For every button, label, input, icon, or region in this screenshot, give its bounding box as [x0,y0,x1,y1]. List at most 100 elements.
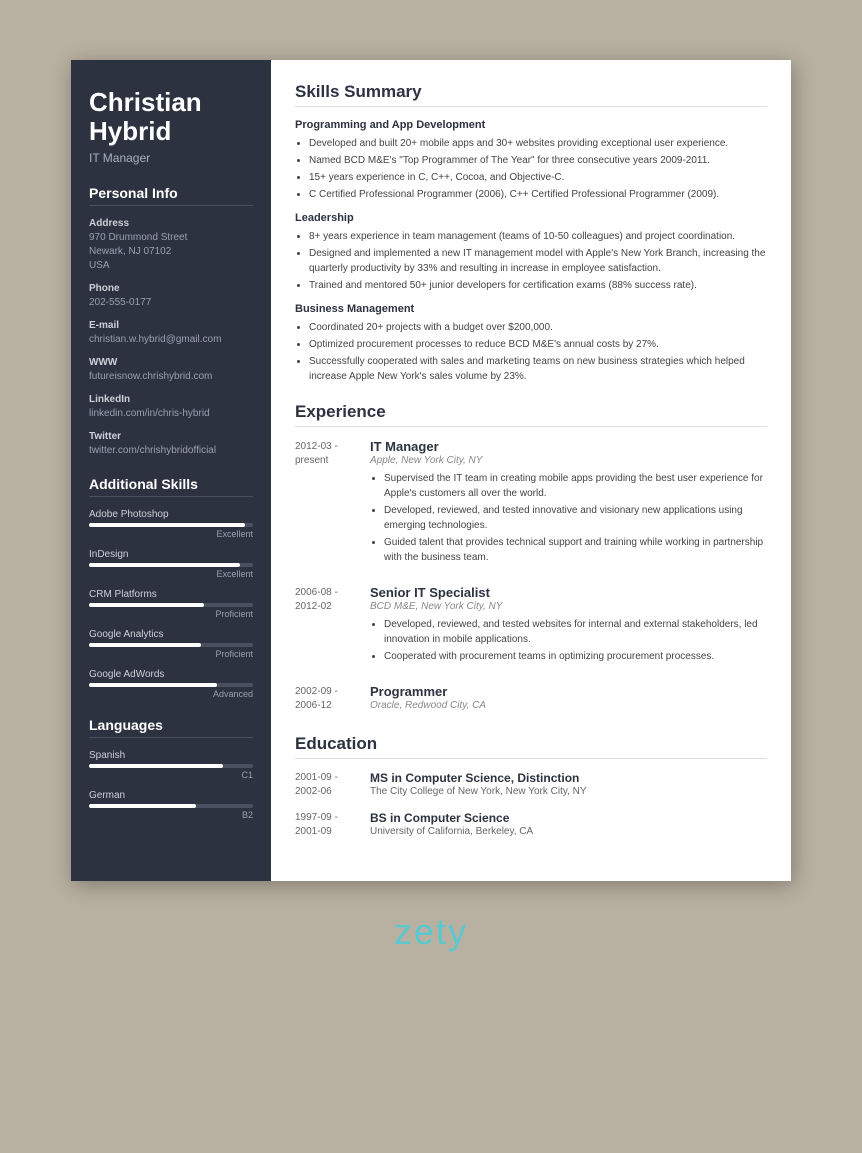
edu-school: The City College of New York, New York C… [370,786,767,797]
skill-item: CRM Platforms Proficient [89,589,253,619]
lang-level: B2 [89,810,253,820]
www-value: futureisnow.chrishybrid.com [89,370,253,384]
bullet-item: Supervised the IT team in creating mobil… [384,471,767,501]
subsection-title: Programming and App Development [295,119,767,131]
exp-company: Apple, New York City, NY [370,455,767,466]
skill-bar-fill [89,643,201,647]
skill-bar-fill [89,683,217,687]
experience-title: Experience [295,402,767,427]
twitter-value: twitter.com/chrishybridofficial [89,444,253,458]
exp-company: Oracle, Redwood City, CA [370,700,767,711]
edu-item: 1997-09 -2001-09 BS in Computer Science … [295,811,767,839]
skill-level: Proficient [89,609,253,619]
exp-dates: 2002-09 -2006-12 [295,684,370,716]
languages-list: Spanish C1 German B2 [89,750,253,820]
phone-value: 202-555-0177 [89,296,253,310]
twitter-label: Twitter [89,431,253,442]
lang-bar-bg [89,764,253,768]
bullet-item: Designed and implemented a new IT manage… [309,246,767,276]
bullet-item: Successfully cooperated with sales and m… [309,354,767,384]
subsection-title: Business Management [295,303,767,315]
address-label: Address [89,218,253,229]
lang-level: C1 [89,770,253,780]
exp-dates: 2012-03 -present [295,439,370,571]
bullet-item: Cooperated with procurement teams in opt… [384,649,767,664]
exp-item: 2002-09 -2006-12 Programmer Oracle, Redw… [295,684,767,716]
bullet-item: Optimized procurement processes to reduc… [309,337,767,352]
skill-bar-fill [89,603,204,607]
language-item: German B2 [89,790,253,820]
skill-bar-bg [89,523,253,527]
lang-bar-bg [89,804,253,808]
exp-bullets: Supervised the IT team in creating mobil… [370,471,767,565]
lang-name: German [89,790,253,801]
linkedin-value: linkedin.com/in/chris-hybrid [89,407,253,421]
brand-footer: zety [394,911,468,953]
exp-job-title: IT Manager [370,439,767,454]
skills-summary-title: Skills Summary [295,82,767,107]
lang-bar-fill [89,804,196,808]
exp-item: 2006-08 -2012-02 Senior IT Specialist BC… [295,585,767,670]
skills-summary-content: Programming and App Development Develope… [295,119,767,384]
address-line3: USA [89,259,253,273]
skill-bar-bg [89,643,253,647]
bullet-item: Developed, reviewed, and tested innovati… [384,503,767,533]
resume-document: Christian Hybrid IT Manager Personal Inf… [71,60,791,881]
bullet-item: 15+ years experience in C, C++, Cocoa, a… [309,170,767,185]
skill-bar-bg [89,563,253,567]
education-content: 2001-09 -2002-06 MS in Computer Science,… [295,771,767,839]
exp-job-title: Programmer [370,684,767,699]
first-name: Christian [89,88,253,117]
skills-subsection: Business Management Coordinated 20+ proj… [295,303,767,384]
skill-name: CRM Platforms [89,589,253,600]
edu-item: 2001-09 -2002-06 MS in Computer Science,… [295,771,767,799]
skill-level: Excellent [89,529,253,539]
bullet-list: Developed and built 20+ mobile apps and … [295,136,767,202]
skill-bar-bg [89,683,253,687]
skill-name: Google Analytics [89,629,253,640]
linkedin-label: LinkedIn [89,394,253,405]
bullet-item: Developed, reviewed, and tested websites… [384,617,767,647]
skill-bar-fill [89,523,245,527]
skill-level: Excellent [89,569,253,579]
lang-bar-fill [89,764,223,768]
additional-skills-title: Additional Skills [89,476,253,497]
bullet-item: C Certified Professional Programmer (200… [309,187,767,202]
exp-item: 2012-03 -present IT Manager Apple, New Y… [295,439,767,571]
edu-details: BS in Computer Science University of Cal… [370,811,767,839]
address-line1: 970 Drummond Street [89,231,253,245]
exp-company: BCD M&E, New York City, NY [370,601,767,612]
bullet-list: Coordinated 20+ projects with a budget o… [295,320,767,384]
skills-subsection: Programming and App Development Develope… [295,119,767,202]
edu-degree: MS in Computer Science, Distinction [370,771,767,785]
skill-name: Google AdWords [89,669,253,680]
skill-item: Google Analytics Proficient [89,629,253,659]
email-label: E-mail [89,320,253,331]
skill-name: InDesign [89,549,253,560]
edu-details: MS in Computer Science, Distinction The … [370,771,767,799]
skills-list: Adobe Photoshop Excellent InDesign Excel… [89,509,253,699]
edu-school: University of California, Berkeley, CA [370,826,767,837]
exp-bullets: Developed, reviewed, and tested websites… [370,617,767,664]
skill-bar-fill [89,563,240,567]
sidebar: Christian Hybrid IT Manager Personal Inf… [71,60,271,881]
edu-dates: 1997-09 -2001-09 [295,811,370,839]
skills-subsection: Leadership 8+ years experience in team m… [295,212,767,293]
personal-info-title: Personal Info [89,185,253,206]
skill-name: Adobe Photoshop [89,509,253,520]
experience-content: 2012-03 -present IT Manager Apple, New Y… [295,439,767,716]
lang-name: Spanish [89,750,253,761]
edu-degree: BS in Computer Science [370,811,767,825]
skill-item: InDesign Excellent [89,549,253,579]
skill-level: Advanced [89,689,253,699]
main-content: Skills Summary Programming and App Devel… [271,60,791,881]
www-label: WWW [89,357,253,368]
bullet-item: Developed and built 20+ mobile apps and … [309,136,767,151]
bullet-item: Named BCD M&E's "Top Programmer of The Y… [309,153,767,168]
skill-level: Proficient [89,649,253,659]
exp-details: IT Manager Apple, New York City, NY Supe… [370,439,767,571]
bullet-item: Coordinated 20+ projects with a budget o… [309,320,767,335]
exp-job-title: Senior IT Specialist [370,585,767,600]
skill-item: Google AdWords Advanced [89,669,253,699]
languages-title: Languages [89,717,253,738]
